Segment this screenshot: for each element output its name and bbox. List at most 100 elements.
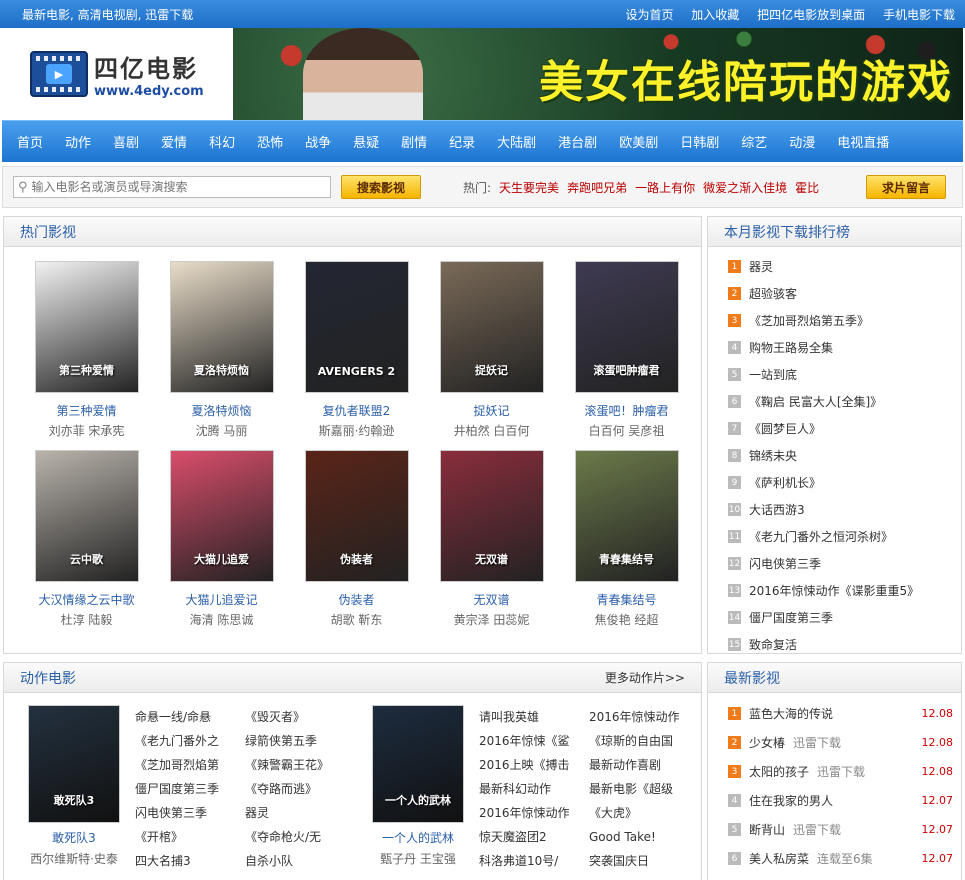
- action-list-item[interactable]: 自杀小队: [245, 849, 349, 873]
- request-movie-button[interactable]: 求片留言: [866, 175, 946, 199]
- movie-card[interactable]: 青春集结号 青春集结号 焦俊艳 经超: [559, 450, 694, 627]
- latest-title[interactable]: 美人私房菜: [749, 850, 809, 867]
- action-list-item[interactable]: 《琼斯的自由国: [589, 729, 693, 753]
- movie-poster[interactable]: 伪装者: [304, 450, 409, 582]
- rank-title[interactable]: 购物王路易全集: [749, 339, 833, 356]
- action-list-item[interactable]: 2016年惊悚《鲨: [479, 729, 583, 753]
- rank-item[interactable]: 8 锦绣未央: [728, 442, 961, 469]
- action-list-item[interactable]: 《夺路而逃》: [245, 777, 349, 801]
- movie-poster[interactable]: 第三种爱情: [34, 261, 139, 393]
- movie-card[interactable]: 伪装者 伪装者 胡歌 靳东: [289, 450, 424, 627]
- rank-item[interactable]: 11 《老九门番外之恒河杀树》: [728, 523, 961, 550]
- rank-item[interactable]: 13 2016年惊悚动作《谍影重重5》: [728, 577, 961, 604]
- action-list-item[interactable]: 僵尸国度第三季: [135, 777, 239, 801]
- hot-keyword[interactable]: 奔跑吧兄弟: [567, 179, 627, 196]
- movie-card[interactable]: 捉妖记 捉妖记 井柏然 白百何: [424, 261, 559, 438]
- nav-item-horror[interactable]: 恐怖: [257, 132, 283, 151]
- action-list-item[interactable]: 最新动作喜剧: [589, 753, 693, 777]
- movie-card[interactable]: 大猫儿追爱 大猫儿追爱记 海清 陈思诚: [154, 450, 289, 627]
- latest-item[interactable]: 6 美人私房菜 连载至6集 12.07: [728, 844, 961, 873]
- rank-item[interactable]: 3 《芝加哥烈焰第五季》: [728, 307, 961, 334]
- action-list-item[interactable]: 2016年惊悚动作: [479, 801, 583, 825]
- movie-card[interactable]: 夏洛特烦恼 夏洛特烦恼 沈腾 马丽: [154, 261, 289, 438]
- action-list-item[interactable]: 请叫我英雄: [479, 705, 583, 729]
- action-list-item[interactable]: 《芝加哥烈焰第: [135, 753, 239, 777]
- latest-title[interactable]: 蓝色大海的传说: [749, 705, 833, 722]
- latest-title[interactable]: 少女椿: [749, 734, 785, 751]
- movie-poster[interactable]: 无双谱: [439, 450, 544, 582]
- movie-title[interactable]: 滚蛋吧！肿瘤君: [559, 402, 694, 418]
- featured-movie[interactable]: 一个人的武林 一个人的武林 甄子丹 王宝强: [363, 705, 473, 873]
- movie-card[interactable]: 第三种爱情 第三种爱情 刘亦菲 宋承宪: [19, 261, 154, 438]
- movie-title[interactable]: 捉妖记: [424, 402, 559, 418]
- action-list-item[interactable]: 突袭国庆日: [589, 849, 693, 873]
- rank-title[interactable]: 《芝加哥烈焰第五季》: [749, 312, 869, 329]
- rank-title[interactable]: 大话西游3: [749, 501, 805, 518]
- movie-poster[interactable]: AVENGERS 2: [304, 261, 409, 393]
- nav-item-drama[interactable]: 剧情: [401, 132, 427, 151]
- movie-poster[interactable]: 一个人的武林: [372, 705, 464, 823]
- more-action-link[interactable]: 更多动作片>>: [605, 669, 685, 686]
- movie-poster[interactable]: 夏洛特烦恼: [169, 261, 274, 393]
- rank-item[interactable]: 2 超验骇客: [728, 280, 961, 307]
- search-input[interactable]: [31, 180, 330, 194]
- movie-poster[interactable]: 滚蛋吧肿瘤君: [574, 261, 679, 393]
- nav-item-comedy[interactable]: 喜剧: [113, 132, 139, 151]
- hot-keyword[interactable]: 一路上有你: [635, 179, 695, 196]
- movie-title[interactable]: 大汉情缘之云中歌: [19, 591, 154, 607]
- rank-title[interactable]: 《鞠启 民富大人[全集]》: [749, 393, 882, 410]
- action-list-item[interactable]: 科洛弗道10号/: [479, 849, 583, 873]
- rank-item[interactable]: 6 《鞠启 民富大人[全集]》: [728, 388, 961, 415]
- nav-item-jpkr-series[interactable]: 日韩剧: [680, 132, 719, 151]
- rank-item[interactable]: 15 致命复活: [728, 631, 961, 658]
- add-favorite-link[interactable]: 加入收藏: [691, 8, 739, 22]
- action-list-item[interactable]: 绿箭侠第五季: [245, 729, 349, 753]
- rank-title[interactable]: 《萨利机长》: [749, 474, 821, 491]
- action-list-item[interactable]: 四大名捕3: [135, 849, 239, 873]
- rank-title[interactable]: 致命复活: [749, 636, 797, 653]
- action-list-item[interactable]: 《老九门番外之: [135, 729, 239, 753]
- action-list-item[interactable]: 闪电侠第三季: [135, 801, 239, 825]
- nav-item-war[interactable]: 战争: [305, 132, 331, 151]
- movie-poster[interactable]: 敢死队3: [28, 705, 120, 823]
- rank-item[interactable]: 5 一站到底: [728, 361, 961, 388]
- action-list-item[interactable]: 最新科幻动作: [479, 777, 583, 801]
- nav-item-hktw-series[interactable]: 港台剧: [558, 132, 597, 151]
- movie-poster[interactable]: 捉妖记: [439, 261, 544, 393]
- nav-item-documentary[interactable]: 纪录: [449, 132, 475, 151]
- add-to-desktop-link[interactable]: 把四亿电影放到桌面: [757, 8, 865, 22]
- action-list-item[interactable]: 《夺命枪火/无: [245, 825, 349, 849]
- movie-poster[interactable]: 青春集结号: [574, 450, 679, 582]
- nav-item-mainland-series[interactable]: 大陆剧: [497, 132, 536, 151]
- action-list-item[interactable]: 2016上映《搏击: [479, 753, 583, 777]
- rank-item[interactable]: 1 器灵: [728, 253, 961, 280]
- movie-title[interactable]: 复仇者联盟2: [289, 402, 424, 418]
- ad-banner[interactable]: 美女在线陪玩的游戏: [233, 28, 963, 120]
- rank-title[interactable]: 僵尸国度第三季: [749, 609, 833, 626]
- rank-title[interactable]: 《圆梦巨人》: [749, 420, 821, 437]
- rank-item[interactable]: 7 《圆梦巨人》: [728, 415, 961, 442]
- movie-card[interactable]: 云中歌 大汉情缘之云中歌 杜淳 陆毅: [19, 450, 154, 627]
- latest-title[interactable]: 住在我家的男人: [749, 792, 833, 809]
- movie-title[interactable]: 伪装者: [289, 591, 424, 607]
- rank-title[interactable]: 闪电侠第三季: [749, 555, 821, 572]
- movie-title[interactable]: 第三种爱情: [19, 402, 154, 418]
- action-list-item[interactable]: 最新电影《超级: [589, 777, 693, 801]
- latest-item[interactable]: 5 断背山 迅雷下载 12.07: [728, 815, 961, 844]
- rank-item[interactable]: 14 僵尸国度第三季: [728, 604, 961, 631]
- latest-item[interactable]: 4 住在我家的男人 12.07: [728, 786, 961, 815]
- latest-item[interactable]: 1 蓝色大海的传说 12.08: [728, 699, 961, 728]
- action-list-item[interactable]: 《开棺》: [135, 825, 239, 849]
- hot-keyword[interactable]: 天生要完美: [499, 179, 559, 196]
- movie-title[interactable]: 敢死队3: [19, 829, 129, 846]
- nav-item-home[interactable]: 首页: [17, 132, 43, 151]
- movie-title[interactable]: 一个人的武林: [363, 829, 473, 846]
- action-list-item[interactable]: 器灵: [245, 801, 349, 825]
- movie-title[interactable]: 青春集结号: [559, 591, 694, 607]
- nav-item-romance[interactable]: 爱情: [161, 132, 187, 151]
- rank-title[interactable]: 锦绣未央: [749, 447, 797, 464]
- movie-title[interactable]: 无双谱: [424, 591, 559, 607]
- search-button[interactable]: 搜索影视: [341, 175, 421, 199]
- set-homepage-link[interactable]: 设为首页: [625, 8, 673, 22]
- nav-item-variety[interactable]: 综艺: [741, 132, 767, 151]
